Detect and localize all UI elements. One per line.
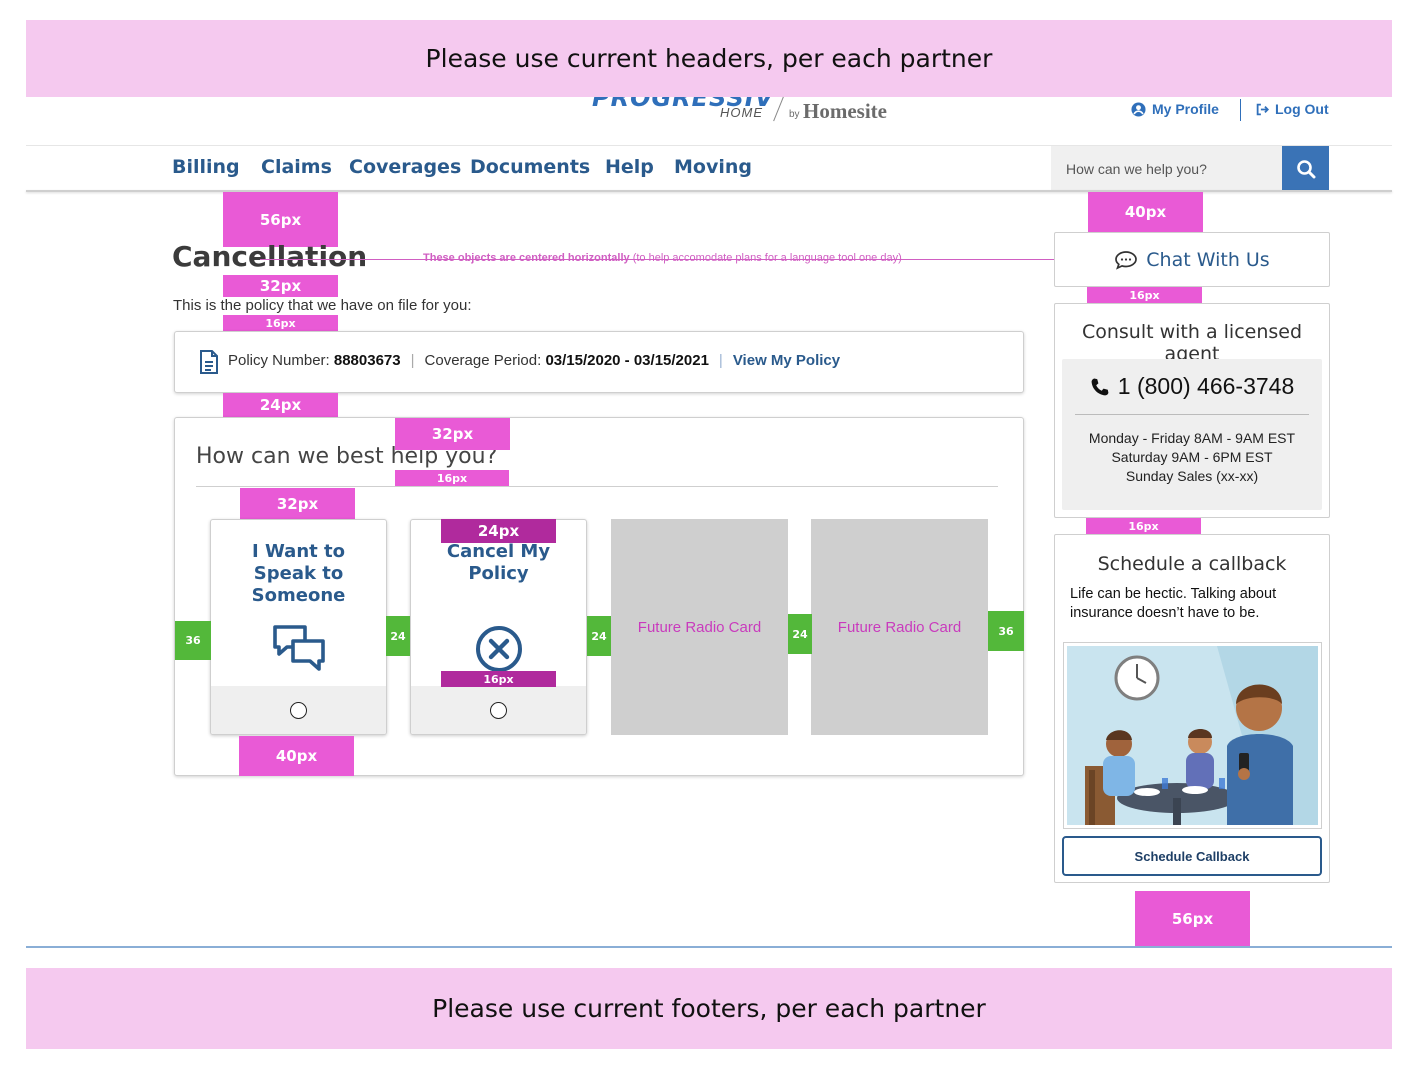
page-title: Cancellation	[172, 240, 368, 273]
phone-number-link[interactable]: 1 (800) 466-3748	[1062, 373, 1322, 400]
option-radio[interactable]	[490, 701, 507, 719]
chat-bubbles-icon	[273, 625, 325, 671]
chat-bubble-icon	[1115, 250, 1138, 270]
spacing-tag-24: 24	[587, 616, 611, 656]
homesite-wordmark: Homesite	[803, 99, 887, 123]
footer-placeholder-note: Please use current footers, per each par…	[26, 968, 1392, 1049]
document-icon	[200, 350, 218, 374]
spacing-tag-32: 32px	[395, 418, 510, 450]
option-card-title: Cancel My Policy	[446, 541, 551, 584]
spacing-tag-24: 24	[788, 614, 812, 654]
my-profile-link[interactable]: My Profile	[1131, 101, 1219, 117]
nav-claims[interactable]: Claims	[261, 156, 332, 178]
chat-with-us-label: Chat With Us	[1146, 248, 1270, 271]
spacing-tag-24: 24px	[223, 393, 338, 417]
option-card-footer	[211, 686, 386, 734]
phone-icon	[1091, 378, 1109, 395]
search-input[interactable]	[1051, 146, 1283, 191]
spacing-tag-32: 32px	[240, 488, 355, 519]
option-radio[interactable]	[290, 701, 307, 719]
schedule-callback-panel: Schedule a callback Life can be hectic. …	[1054, 534, 1330, 883]
policy-separator: |	[410, 352, 415, 369]
nav-billing[interactable]: Billing	[172, 156, 240, 178]
header-note-text: Please use current headers, per each par…	[425, 44, 993, 73]
log-out-label: Log Out	[1275, 101, 1329, 117]
hours-saturday: Saturday 9AM - 6PM EST	[1111, 449, 1273, 465]
nav-help[interactable]: Help	[605, 156, 654, 178]
logo-divider	[773, 96, 784, 122]
option-card-speak-to-someone[interactable]: I Want to Speak to Someone	[210, 519, 387, 735]
spacing-tag-16: 16px	[1086, 518, 1201, 534]
illustration-art	[1067, 646, 1318, 825]
chat-with-us-button[interactable]: Chat With Us	[1054, 232, 1330, 287]
phone-divider	[1075, 414, 1309, 415]
log-out-link[interactable]: Log Out	[1256, 101, 1329, 117]
consult-agent-panel: Consult with a licensed agent 1 (800) 46…	[1054, 303, 1330, 518]
policy-number-label: Policy Number:	[228, 352, 330, 369]
view-my-policy-link[interactable]: View My Policy	[733, 352, 840, 369]
spacing-tag-24: 24px	[441, 519, 556, 543]
policy-separator: |	[718, 352, 723, 369]
policy-info-card: Policy Number: 88803673 | Coverage Perio…	[174, 331, 1024, 393]
spacing-tag-32: 32px	[223, 275, 338, 297]
header-link-divider	[1240, 99, 1241, 121]
phone-number: 1 (800) 466-3748	[1117, 373, 1295, 399]
callback-description: Life can be hectic. Talking about insura…	[1070, 586, 1277, 621]
spacing-tag-56: 56px	[1135, 891, 1250, 947]
coverage-period-value: 03/15/2020 - 03/15/2021	[545, 352, 709, 369]
future-radio-card: Future Radio Card	[611, 519, 788, 735]
spacing-tag-56: 56px	[223, 192, 338, 247]
hours-sunday: Sunday Sales (xx-xx)	[1125, 468, 1259, 484]
callback-title: Schedule a callback	[1097, 553, 1287, 575]
spacing-tag-16: 16px	[223, 315, 338, 331]
spacing-tag-36: 36	[175, 621, 211, 660]
nav-moving[interactable]: Moving	[674, 156, 752, 178]
spacing-tag-40: 40px	[239, 736, 354, 776]
spacing-tag-24: 24	[386, 616, 410, 656]
by-label: by	[789, 109, 800, 120]
sign-out-icon	[1256, 103, 1269, 115]
spacing-tag-40: 40px	[1088, 192, 1203, 232]
center-note-strong: These objects are centered horizontally	[423, 252, 630, 264]
spacing-tag-16: 16px	[441, 671, 556, 687]
my-profile-label: My Profile	[1152, 101, 1219, 117]
coverage-period-label: Coverage Period:	[424, 352, 542, 369]
option-card-cancel-policy[interactable]: Cancel My Policy	[410, 519, 587, 735]
schedule-callback-button[interactable]: Schedule Callback	[1062, 836, 1322, 876]
search-icon	[1296, 159, 1315, 178]
center-guide-note: These objects are centered horizontally …	[423, 252, 902, 264]
hours-weekday: Monday - Friday 8AM - 9AM EST	[1088, 430, 1296, 446]
policy-number-value: 88803673	[333, 352, 401, 369]
option-card-title: I Want to Speak to Someone	[251, 541, 346, 606]
option-card-footer	[411, 686, 586, 734]
cancel-circle-icon	[476, 626, 522, 672]
help-divider	[196, 486, 998, 487]
user-circle-icon	[1131, 101, 1146, 117]
footer-divider	[26, 946, 1392, 948]
future-radio-card: Future Radio Card	[811, 519, 988, 735]
nav-coverages[interactable]: Coverages	[349, 156, 461, 178]
home-wordmark: HOME	[720, 105, 763, 120]
agent-hours: Monday - Friday 8AM - 9AM EST Saturday 9…	[1062, 429, 1322, 486]
family-dinner-illustration	[1063, 642, 1322, 829]
policy-intro-text: This is the policy that we have on file …	[173, 297, 472, 314]
spacing-tag-16: 16px	[395, 470, 509, 486]
phone-panel: 1 (800) 466-3748 Monday - Friday 8AM - 9…	[1062, 359, 1322, 510]
header-placeholder-note: Please use current headers, per each par…	[26, 20, 1392, 97]
center-note-sub: (to help accomodate plans for a language…	[632, 252, 902, 264]
search-button[interactable]	[1282, 146, 1329, 191]
spacing-tag-36: 36	[988, 611, 1024, 651]
footer-note-text: Please use current footers, per each par…	[432, 994, 986, 1023]
nav-documents[interactable]: Documents	[470, 156, 590, 178]
spacing-tag-16: 16px	[1087, 287, 1202, 303]
